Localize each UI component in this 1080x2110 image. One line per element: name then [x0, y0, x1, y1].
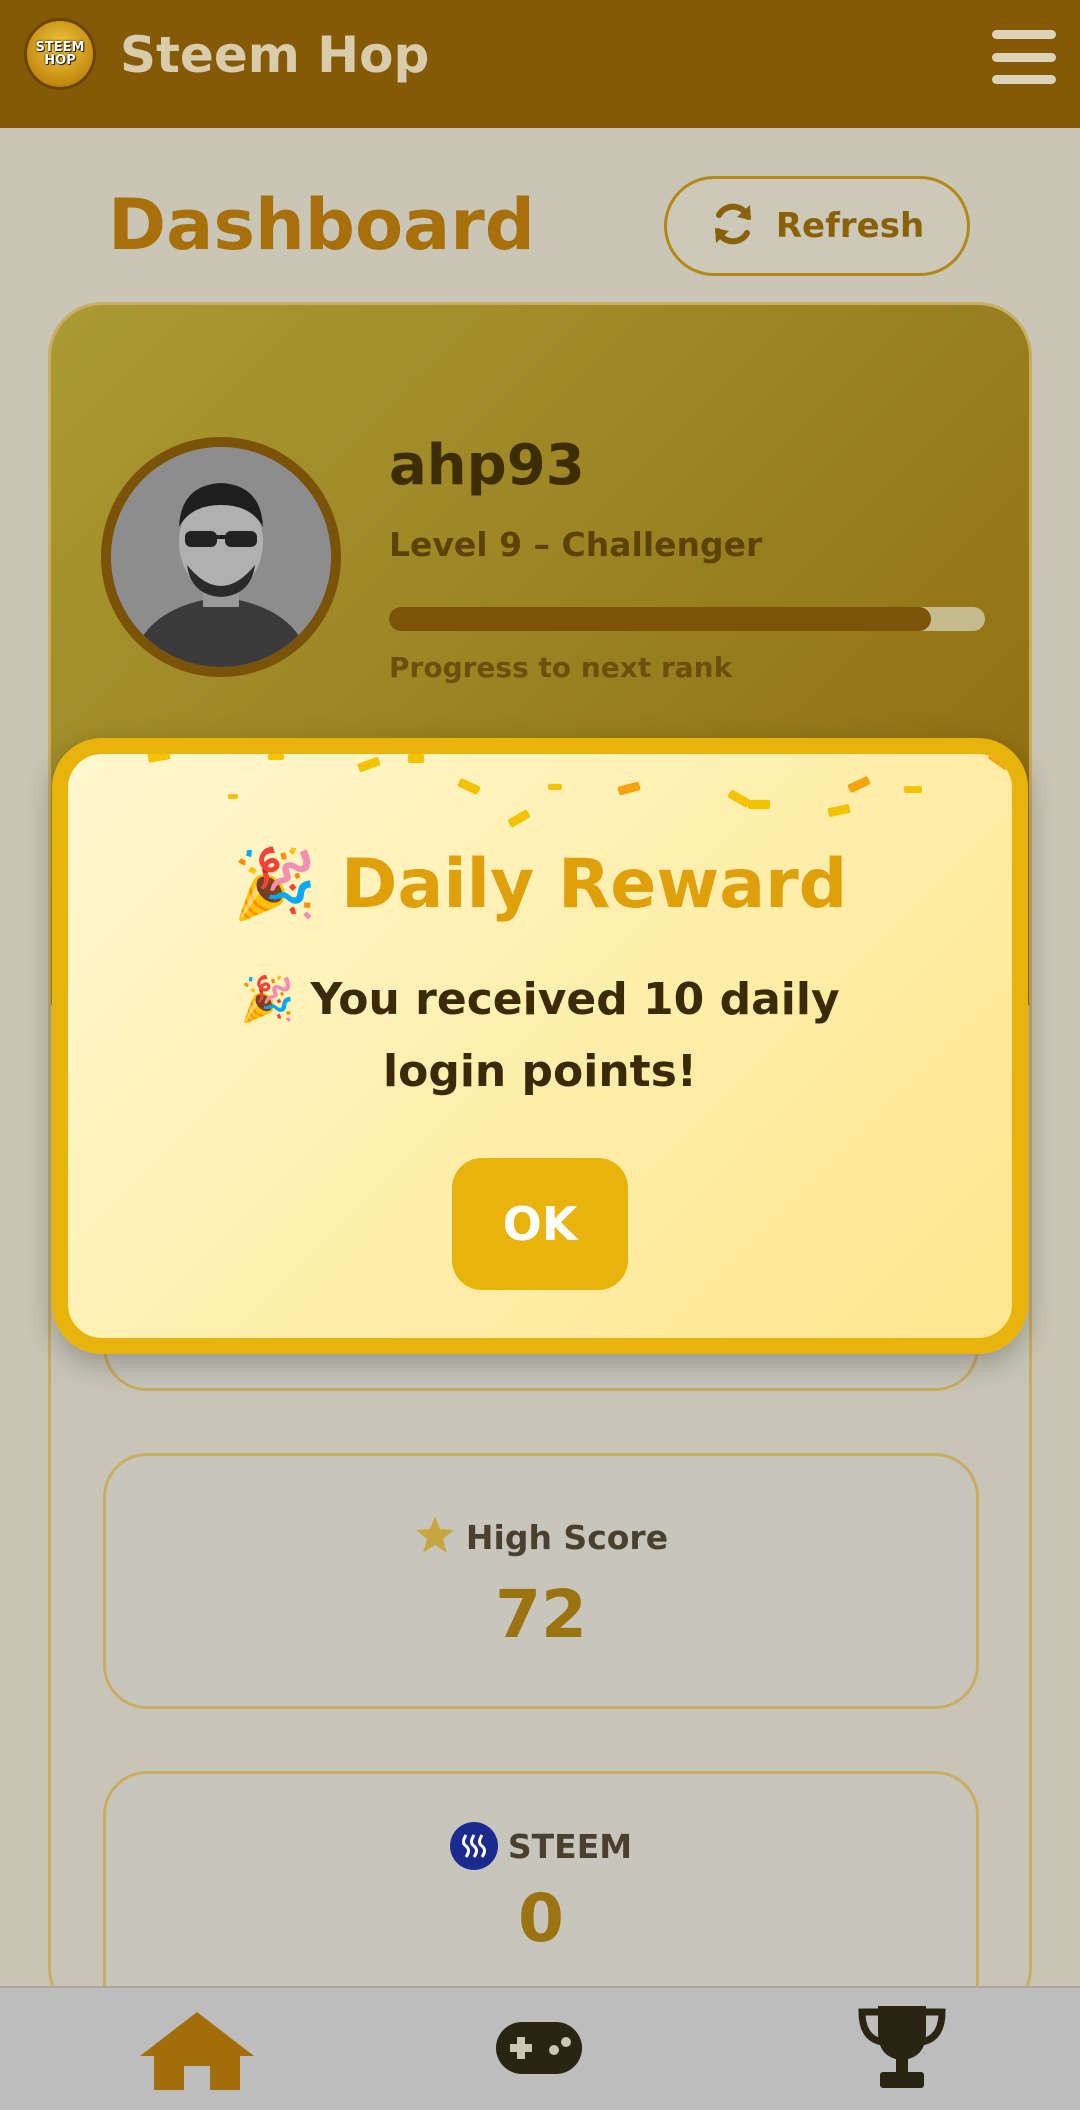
confetti-piece — [228, 794, 238, 799]
party-popper-icon: 🎉 — [232, 845, 318, 924]
confetti-piece — [847, 775, 871, 794]
confetti-piece — [357, 756, 381, 773]
rank-progress-fill — [389, 607, 932, 631]
confetti-piece — [268, 754, 284, 760]
daily-reward-modal: 🎉 Daily Reward 🎉 You received 10 daily l… — [52, 738, 1028, 1354]
level-rank: Level 9 – Challenger — [389, 525, 763, 564]
ok-button[interactable]: OK — [452, 1158, 628, 1290]
confetti-piece — [507, 809, 531, 828]
modal-title-text: Daily Reward — [341, 845, 848, 924]
confetti-piece — [748, 800, 770, 809]
modal-message: 🎉 You received 10 daily login points! — [240, 974, 840, 1097]
trophy-icon[interactable] — [858, 2002, 946, 2096]
app-title: Steem Hop — [120, 26, 430, 84]
refresh-label: Refresh — [775, 206, 925, 246]
high-score-value: 72 — [495, 1576, 587, 1653]
refresh-icon — [710, 201, 756, 251]
confetti-piece — [408, 754, 424, 763]
rank-progress-bar — [389, 607, 985, 631]
home-icon[interactable] — [136, 2008, 258, 2096]
logo-text-line2: HOP — [44, 53, 76, 68]
refresh-button[interactable]: Refresh — [664, 176, 970, 276]
modal-title: 🎉 Daily Reward — [68, 844, 1012, 924]
steem-balance-card: STEEM 0 — [103, 1771, 979, 2019]
username: ahp93 — [389, 433, 585, 498]
confetti-piece — [827, 803, 851, 818]
confetti-piece — [457, 777, 481, 796]
app-header: STEEM HOP Steem Hop — [0, 0, 1080, 128]
confetti-piece — [147, 754, 171, 763]
gamepad-icon[interactable] — [494, 2020, 584, 2080]
progress-label: Progress to next rank — [389, 651, 733, 684]
high-score-label: High Score — [465, 1517, 669, 1557]
steem-hop-logo[interactable]: STEEM HOP — [24, 18, 96, 90]
steem-logo-icon — [449, 1822, 498, 1870]
bottom-nav — [0, 1986, 1080, 2110]
confetti-piece — [548, 784, 562, 790]
steem-label: STEEM — [507, 1826, 633, 1866]
high-score-card: High Score 72 — [103, 1453, 979, 1709]
confetti-piece — [987, 754, 1011, 771]
hamburger-menu-icon[interactable] — [992, 30, 1056, 84]
confetti-piece — [617, 781, 641, 796]
page-title: Dashboard — [108, 184, 535, 266]
steem-value: 0 — [518, 1880, 564, 1957]
avatar[interactable] — [101, 437, 341, 677]
star-icon — [414, 1514, 456, 1560]
confetti-piece — [904, 786, 922, 793]
